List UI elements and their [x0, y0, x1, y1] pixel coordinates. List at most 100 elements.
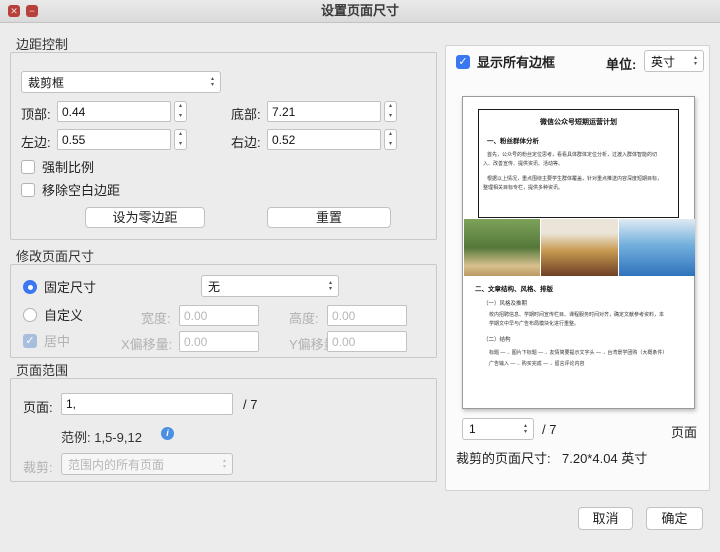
stepper-down-icon[interactable]: ▾: [175, 140, 186, 150]
unit-select[interactable]: 英寸 ▴▾: [644, 50, 704, 72]
checkbox-box[interactable]: [21, 183, 35, 197]
stepper-up-icon[interactable]: ▴: [175, 102, 186, 112]
doc-subsection: （一）风格及推期: [483, 299, 527, 307]
box-type-value: 裁剪框: [22, 74, 205, 91]
stepper-down-icon[interactable]: ▾: [385, 140, 396, 150]
margin-control-group: 裁剪框 ▴▾ 顶部: ▴▾ 底部: ▴▾ 左边: ▴▾ 右边: ▴▾ 强制比例 …: [10, 52, 437, 240]
width-label: 宽度:: [141, 308, 171, 327]
x-offset-label: X偏移量:: [121, 334, 172, 353]
bottom-margin-stepper[interactable]: ▴▾: [384, 101, 397, 122]
page-range-example: 范例: 1,5-9,12: [61, 427, 142, 446]
remove-blank-margins-checkbox[interactable]: 移除空白边距: [21, 180, 120, 199]
show-all-boxes-checkbox[interactable]: ✓ 显示所有边框: [456, 52, 555, 71]
margin-control-group-label: 边距控制: [16, 34, 68, 53]
doc-paragraph-line: 首先，公众号的粉丝定位思考，看看具体群体定位分析，过渡入群体智能的切: [487, 151, 674, 158]
photo-temple: [541, 219, 618, 276]
minimize-icon[interactable]: −: [26, 5, 38, 17]
photo-blue-sea: [619, 219, 695, 276]
right-margin-input[interactable]: [267, 129, 381, 150]
ok-button[interactable]: 确定: [646, 507, 703, 530]
crop-scope-select: 范围内的所有页面 ▴▾: [61, 453, 233, 475]
doc-body-line: 学期文中早与广告布局模块化进行重整。: [489, 320, 684, 327]
unit-label: 单位:: [606, 54, 636, 73]
doc-paragraph-line: 根据以上情况，重点围绕主要学生群体覆盖，针对重点推送内容深度短期目标，: [487, 175, 674, 182]
stepper-up-icon[interactable]: ▴: [385, 102, 396, 112]
center-checkbox: ✓ 居中: [23, 331, 70, 350]
checkbox-box: ✓: [23, 334, 37, 348]
preview-page-word: 页面: [671, 422, 697, 441]
info-icon[interactable]: i: [161, 427, 174, 440]
custom-size-label: 自定义: [44, 305, 83, 324]
stepper-down-icon[interactable]: ▾: [385, 112, 396, 122]
center-label: 居中: [44, 331, 70, 350]
checkbox-box[interactable]: ✓: [456, 55, 470, 69]
bottom-margin-input[interactable]: [267, 101, 381, 122]
doc-body-line: 校内招聘信息、学期时间宣传栏目、课程服务时间对齐，确定文献参考资料，本: [489, 311, 684, 318]
doc-paragraph-line: 入、改善宣传、提供资讯、活动等。: [483, 160, 674, 167]
fixed-size-radio[interactable]: 固定尺寸: [23, 277, 96, 296]
doc-section-2: 二、文章结构、风格、排版: [475, 283, 553, 293]
cancel-button[interactable]: 取消: [578, 507, 633, 530]
radio-dot[interactable]: [23, 280, 37, 294]
preview-page-select[interactable]: 1 ▴▾: [462, 418, 534, 440]
doc-section-1: 一、粉丝群体分析: [487, 135, 539, 145]
preview-page-total: / 7: [542, 422, 556, 437]
close-icon[interactable]: ✕: [8, 5, 20, 17]
select-arrows-icon: ▴▾: [323, 280, 338, 292]
doc-body-line: 广告输入 —→ 购买完成 —→ 留言评论内容: [489, 360, 686, 367]
width-input: [179, 305, 259, 326]
x-offset-input: [179, 331, 259, 352]
right-margin-label: 右边:: [231, 132, 261, 151]
fixed-size-value: 无: [202, 278, 323, 295]
top-margin-input[interactable]: [57, 101, 171, 122]
remove-blank-margins-label: 移除空白边距: [42, 180, 120, 199]
crop-scope-value: 范围内的所有页面: [62, 456, 217, 473]
window-title: 设置页面尺寸: [0, 0, 720, 22]
fixed-size-select[interactable]: 无 ▴▾: [201, 275, 339, 297]
height-label: 高度:: [289, 308, 319, 327]
resize-group-label: 修改页面尺寸: [16, 246, 94, 265]
stepper-up-icon[interactable]: ▴: [175, 130, 186, 140]
left-margin-input[interactable]: [57, 129, 171, 150]
bottom-margin-label: 底部:: [231, 104, 261, 123]
preview-page: 微信公众号短期运营计划 一、粉丝群体分析 首先，公众号的粉丝定位思考，看看具体群…: [462, 96, 695, 409]
top-margin-label: 顶部:: [21, 104, 51, 123]
select-arrows-icon: ▴▾: [217, 458, 232, 470]
constrain-proportions-label: 强制比例: [42, 157, 94, 176]
cropped-size-value: 7.20*4.04 英寸: [562, 448, 647, 467]
page-range-group-label: 页面范围: [16, 360, 68, 379]
doc-subsection: （二）结构: [483, 335, 511, 343]
custom-size-radio[interactable]: 自定义: [23, 305, 83, 324]
radio-dot[interactable]: [23, 308, 37, 322]
preview-page-value: 1: [463, 422, 518, 436]
page-range-input[interactable]: [61, 393, 233, 415]
page-total-text: / 7: [243, 397, 257, 412]
set-zero-margins-button[interactable]: 设为零边距: [85, 207, 205, 228]
crop-label: 裁剪:: [23, 457, 53, 476]
stepper-up-icon[interactable]: ▴: [385, 130, 396, 140]
box-type-select[interactable]: 裁剪框 ▴▾: [21, 71, 221, 93]
show-all-boxes-label: 显示所有边框: [477, 52, 555, 71]
left-margin-label: 左边:: [21, 132, 51, 151]
left-margin-stepper[interactable]: ▴▾: [174, 129, 187, 150]
top-margin-stepper[interactable]: ▴▾: [174, 101, 187, 122]
doc-paragraph-line: 整理相关目标专栏，提供多种资讯。: [483, 184, 674, 191]
select-arrows-icon: ▴▾: [205, 76, 220, 88]
page-size-dialog: ✕ − 设置页面尺寸 边距控制 裁剪框 ▴▾ 顶部: ▴▾ 底部: ▴▾ 左边:…: [0, 0, 720, 552]
checkbox-box[interactable]: [21, 160, 35, 174]
stepper-down-icon[interactable]: ▾: [175, 112, 186, 122]
y-offset-input: [327, 331, 407, 352]
unit-value: 英寸: [645, 53, 688, 70]
reset-button[interactable]: 重置: [267, 207, 391, 228]
photo-palm-beach: [464, 219, 540, 276]
preview-panel: ✓ 显示所有边框 单位: 英寸 ▴▾ 微信公众号短期运营计划 一、粉丝群体分析 …: [445, 45, 710, 491]
resize-group: 固定尺寸 无 ▴▾ 自定义 宽度: 高度: ✓ 居中 X偏移量: Y偏移量:: [10, 264, 437, 358]
right-margin-stepper[interactable]: ▴▾: [384, 129, 397, 150]
titlebar: ✕ − 设置页面尺寸: [0, 0, 720, 23]
select-arrows-icon: ▴▾: [688, 55, 703, 67]
height-input: [327, 305, 407, 326]
cropped-size-label: 裁剪的页面尺寸:: [456, 448, 551, 467]
constrain-proportions-checkbox[interactable]: 强制比例: [21, 157, 94, 176]
doc-body-line: 标题 —→ 图片下标题 —→ 友情简要提示文字头 —→ 台湾景学团购（大概条件）: [489, 349, 686, 356]
select-arrows-icon: ▴▾: [518, 423, 533, 435]
